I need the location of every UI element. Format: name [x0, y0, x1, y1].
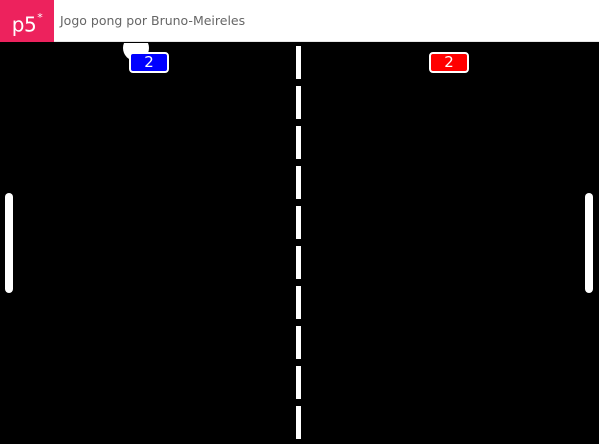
p5-asterisk-icon: * [37, 11, 43, 24]
center-net-dash [296, 406, 301, 439]
p5-logo[interactable]: p5* [0, 0, 54, 42]
center-net-dash [296, 286, 301, 319]
p5-logo-text: p5 [11, 12, 37, 37]
left-score-badge: 2 [129, 52, 169, 73]
p5-editor-header: p5* Jogo pong por Bruno-Meireles [0, 0, 599, 42]
center-net-dash [296, 166, 301, 199]
center-net-dash [296, 46, 301, 79]
center-net-dash [296, 86, 301, 119]
left-paddle [5, 193, 13, 293]
center-net-dash [296, 366, 301, 399]
sketch-title[interactable]: Jogo pong por Bruno-Meireles [60, 0, 245, 42]
center-net-dash [296, 206, 301, 239]
right-score-badge: 2 [429, 52, 469, 73]
game-canvas[interactable]: 2 2 [0, 43, 599, 444]
center-net-dash [296, 126, 301, 159]
right-paddle [585, 193, 593, 293]
center-net-dash [296, 246, 301, 279]
center-net-dash [296, 326, 301, 359]
